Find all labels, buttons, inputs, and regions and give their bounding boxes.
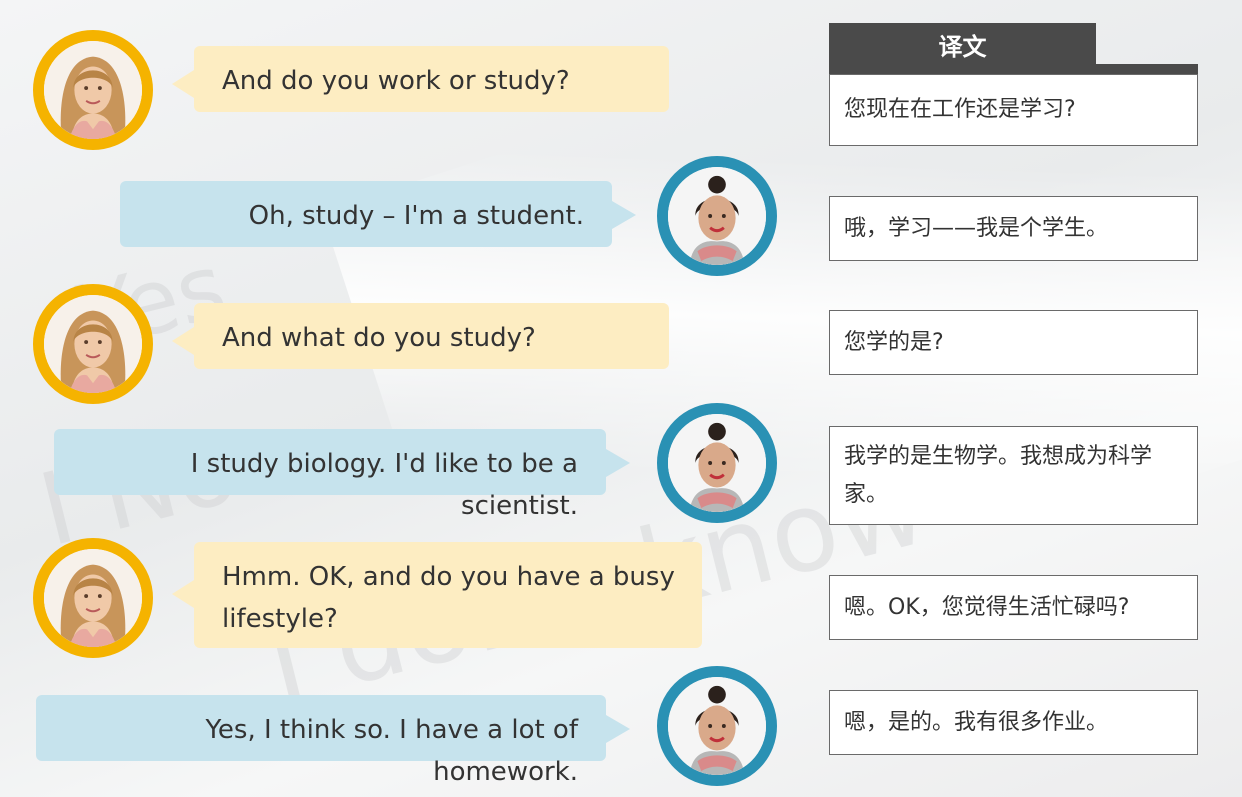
dark-haired-speaker-avatar <box>657 156 777 276</box>
blonde-speaker-avatar <box>33 30 153 150</box>
translation-text: 我学的是生物学。我想成为科学家。 <box>844 443 1153 507</box>
dialogue-text: And what do you study? <box>222 323 536 353</box>
dialogue-bubble: Yes, I think so. I have a lot of homewor… <box>36 695 630 787</box>
blonde-woman-portrait <box>44 295 142 393</box>
bubble-tail <box>606 449 630 477</box>
translation-box: 您现在在工作还是学习? <box>829 74 1198 146</box>
dark-haired-woman-portrait <box>668 414 766 512</box>
translation-box: 嗯。OK，您觉得生活忙碌吗? <box>829 575 1198 640</box>
translation-header: 译文 <box>829 23 1096 65</box>
dialogue-text: Yes, I think so. I have a lot of homewor… <box>205 715 579 787</box>
translation-box: 您学的是? <box>829 310 1198 375</box>
translation-text: 嗯，是的。我有很多作业。 <box>844 709 1109 735</box>
header-underline <box>829 64 1198 74</box>
translation-text: 您现在在工作还是学习? <box>844 97 1076 122</box>
bubble-tail <box>612 201 636 229</box>
bubble-tail <box>172 580 194 608</box>
translation-box: 嗯，是的。我有很多作业。 <box>829 690 1198 755</box>
dialogue-text: And do you work or study? <box>222 66 570 96</box>
bubble-tail <box>172 327 194 355</box>
dark-haired-woman-portrait <box>668 677 766 775</box>
blonde-speaker-avatar <box>33 284 153 404</box>
bubble-tail <box>606 715 630 743</box>
translation-box: 哦，学习——我是个学生。 <box>829 196 1198 261</box>
blonde-woman-portrait <box>44 549 142 647</box>
dark-haired-speaker-avatar <box>657 403 777 523</box>
dialogue-bubble: Hmm. OK, and do you have a busy lifestyl… <box>172 542 702 648</box>
dark-haired-speaker-avatar <box>657 666 777 786</box>
dialogue-text: Oh, study – I'm a student. <box>248 201 584 231</box>
blonde-woman-portrait <box>44 41 142 139</box>
dialogue-bubble: Oh, study – I'm a student. <box>120 181 636 247</box>
translation-text: 您学的是? <box>844 329 944 355</box>
dialogue-text: I study biology. I'd like to be a scient… <box>190 449 578 521</box>
translation-text: 哦，学习——我是个学生。 <box>844 215 1109 241</box>
bubble-tail <box>172 70 194 98</box>
dark-haired-woman-portrait <box>668 167 766 265</box>
dialogue-bubble: And do you work or study? <box>172 46 669 112</box>
translation-box: 我学的是生物学。我想成为科学家。 <box>829 426 1198 525</box>
translation-text: 嗯。OK，您觉得生活忙碌吗? <box>844 594 1130 620</box>
dialogue-bubble: I study biology. I'd like to be a scient… <box>54 429 630 521</box>
dialogue-text: Hmm. OK, and do you have a busy lifestyl… <box>222 562 675 634</box>
dialogue-bubble: And what do you study? <box>172 303 669 369</box>
blonde-speaker-avatar <box>33 538 153 658</box>
